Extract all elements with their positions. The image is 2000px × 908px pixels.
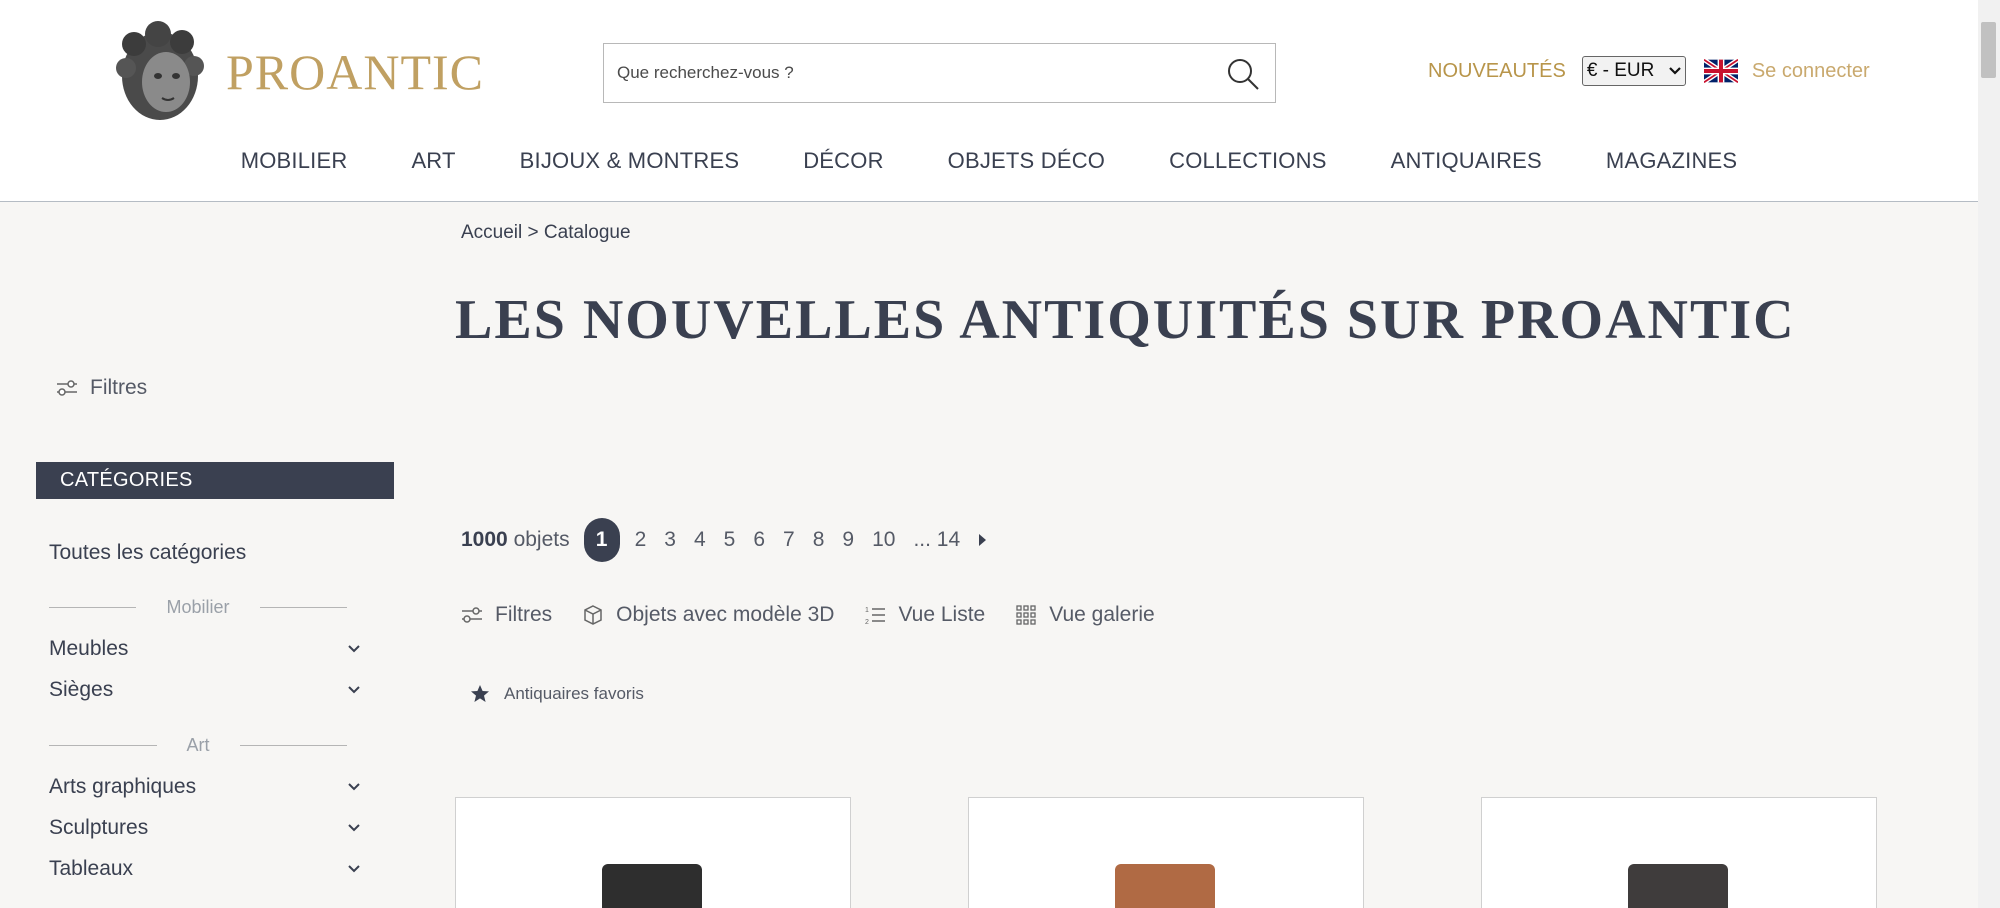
- nav-item-art[interactable]: ART: [379, 148, 487, 174]
- logo[interactable]: PROANTIC: [112, 20, 484, 124]
- filter-sliders-icon: [462, 607, 482, 623]
- header-actions: NOUVEAUTÉS € - EUR Se connecter: [1428, 56, 1870, 86]
- nav-item-collections[interactable]: COLLECTIONS: [1137, 148, 1358, 174]
- search-icon[interactable]: [1225, 56, 1261, 92]
- product-card[interactable]: [968, 797, 1364, 908]
- sidebar-item-meubles[interactable]: Meubles: [49, 637, 361, 661]
- uk-flag-icon[interactable]: [1703, 59, 1738, 83]
- scrollbar-thumb[interactable]: [1981, 22, 1996, 78]
- site-header: PROANTIC NOUVEAUTÉS € - EUR Se connecter…: [0, 0, 1978, 202]
- sidebar-item-tableaux[interactable]: Tableaux: [49, 857, 361, 881]
- star-icon: [471, 685, 489, 702]
- search-input[interactable]: [604, 44, 1204, 102]
- page-link-last[interactable]: ... 14: [904, 528, 969, 552]
- sidebar-filters-label: Filtres: [90, 376, 148, 399]
- filters-button[interactable]: Filtres: [461, 603, 552, 627]
- sidebar-filters-toggle[interactable]: Filtres: [56, 376, 147, 400]
- login-link[interactable]: Se connecter: [1752, 60, 1870, 83]
- page-link[interactable]: 10: [863, 528, 904, 552]
- nav-item-bijoux-montres[interactable]: BIJOUX & MONTRES: [488, 148, 772, 174]
- search-bar: [603, 43, 1276, 103]
- logo-head-icon: [116, 21, 204, 120]
- sidebar-item-sculptures[interactable]: Sculptures: [49, 816, 361, 840]
- product-image[interactable]: [1115, 864, 1215, 908]
- sidebar-item-label: Sièges: [49, 678, 114, 701]
- objects-3d-button[interactable]: Objets avec modèle 3D: [582, 603, 834, 627]
- pagination: 1000 objets 1 2 3 4 5 6 7 8 9 10 ... 14: [461, 518, 987, 562]
- breadcrumb[interactable]: Accueil > Catalogue: [461, 222, 631, 244]
- chevron-down-icon[interactable]: [347, 644, 361, 654]
- results-toolbar: Filtres Objets avec modèle 3D 1 2 Vue Li…: [461, 603, 1185, 627]
- favorite-dealers-toggle[interactable]: Antiquaires favoris: [470, 684, 644, 704]
- nav-item-mobilier[interactable]: MOBILIER: [209, 148, 380, 174]
- objects-3d-label: Objets avec modèle 3D: [616, 603, 835, 626]
- svg-text:1: 1: [865, 607, 869, 614]
- categories-header: CATÉGORIES: [36, 462, 394, 499]
- page-link[interactable]: 4: [685, 528, 715, 552]
- chevron-down-icon[interactable]: [347, 864, 361, 874]
- list-view-button[interactable]: 1 2 Vue Liste: [864, 603, 985, 627]
- favorite-dealers-label: Antiquaires favoris: [504, 684, 644, 703]
- sidebar-item-label: Sculptures: [49, 816, 149, 839]
- result-count: 1000 objets: [461, 528, 570, 552]
- sidebar-item-label: Meubles: [49, 637, 129, 660]
- page-link[interactable]: 5: [715, 528, 745, 552]
- result-count-number: 1000: [461, 528, 508, 551]
- group-divider-mobilier: Mobilier: [49, 597, 347, 618]
- nav-item-antiquaires[interactable]: ANTIQUAIRES: [1359, 148, 1574, 174]
- page-link[interactable]: 7: [774, 528, 804, 552]
- cube-3d-icon: [584, 605, 602, 625]
- chevron-down-icon: [1669, 67, 1681, 75]
- product-card[interactable]: [1481, 797, 1877, 908]
- chevron-down-icon[interactable]: [347, 823, 361, 833]
- page-link-active[interactable]: 1: [583, 518, 620, 562]
- list-view-label: Vue Liste: [898, 603, 986, 626]
- product-image[interactable]: [602, 864, 702, 908]
- sidebar-item-label: Tableaux: [49, 857, 134, 880]
- nav-item-magazines[interactable]: MAGAZINES: [1574, 148, 1769, 174]
- currency-select[interactable]: € - EUR: [1581, 56, 1686, 86]
- chevron-down-icon[interactable]: [347, 685, 361, 695]
- product-card[interactable]: [455, 797, 851, 908]
- page-title: LES NOUVELLES ANTIQUITÉS SUR PROANTIC: [455, 289, 1796, 351]
- page-link[interactable]: 2: [626, 528, 656, 552]
- result-count-label: objets: [513, 528, 570, 551]
- list-view-icon: 1 2: [865, 607, 886, 626]
- sidebar-item-sieges[interactable]: Sièges: [49, 678, 361, 702]
- next-page-arrow-icon[interactable]: [977, 533, 987, 547]
- logo-text: PROANTIC: [226, 44, 485, 100]
- group-label-art: Art: [186, 735, 210, 755]
- page-link[interactable]: 3: [655, 528, 685, 552]
- group-label-mobilier: Mobilier: [166, 597, 230, 617]
- gallery-view-label: Vue galerie: [1049, 603, 1155, 626]
- page-link[interactable]: 8: [804, 528, 834, 552]
- sidebar-item-arts-graphiques[interactable]: Arts graphiques: [49, 775, 361, 799]
- all-categories-link[interactable]: Toutes les catégories: [49, 541, 246, 565]
- filter-sliders-icon: [57, 380, 77, 396]
- page-scrollbar[interactable]: [1978, 0, 2000, 908]
- sidebar-item-label: Arts graphiques: [49, 775, 197, 798]
- group-divider-art: Art: [49, 735, 348, 756]
- filters-button-label: Filtres: [495, 603, 553, 626]
- currency-value: € - EUR: [1586, 60, 1655, 81]
- page-link[interactable]: 6: [744, 528, 774, 552]
- nav-item-decor[interactable]: DÉCOR: [771, 148, 915, 174]
- main-nav: MOBILIER ART BIJOUX & MONTRES DÉCOR OBJE…: [0, 148, 1978, 174]
- svg-text:2: 2: [865, 619, 869, 626]
- chevron-down-icon[interactable]: [347, 782, 361, 792]
- nav-item-objets-deco[interactable]: OBJETS DÉCO: [916, 148, 1137, 174]
- page-link[interactable]: 9: [833, 528, 863, 552]
- new-arrivals-link[interactable]: NOUVEAUTÉS: [1428, 60, 1566, 83]
- gallery-view-button[interactable]: Vue galerie: [1015, 603, 1155, 627]
- grid-icon: [1016, 605, 1036, 625]
- product-image[interactable]: [1628, 864, 1728, 908]
